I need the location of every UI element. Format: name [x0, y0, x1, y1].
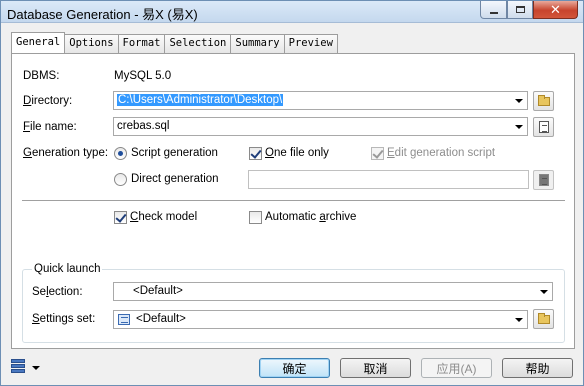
chevron-down-icon: [540, 290, 548, 294]
maximize-button[interactable]: [507, 1, 533, 19]
dbms-label: DBMS:: [23, 70, 60, 82]
document-icon: [539, 174, 549, 186]
file-properties-button[interactable]: [533, 117, 554, 137]
tab-options[interactable]: Options: [65, 34, 119, 53]
help-button[interactable]: 帮助: [502, 358, 573, 378]
directory-value: C:\Users\Administrator\Desktop\: [117, 94, 284, 106]
directory-label: Directory:: [23, 95, 73, 107]
check-model-label[interactable]: Check model: [130, 211, 197, 223]
tab-general[interactable]: General: [11, 32, 66, 53]
window-title: Database Generation - 易X (易X): [7, 7, 198, 22]
minimize-button[interactable]: [480, 1, 507, 19]
browse-settings-button[interactable]: [533, 309, 554, 329]
apply-button: 应用(A): [421, 358, 492, 378]
filename-label: File name:: [23, 121, 77, 133]
folder-icon: [538, 95, 550, 106]
script-generation-label[interactable]: Script generation: [131, 147, 218, 159]
tab-strip: General Options Format Selection Summary…: [11, 32, 338, 53]
automatic-archive-checkbox[interactable]: [249, 211, 262, 224]
direct-generation-field: [248, 170, 529, 189]
quick-launch-title: Quick launch: [32, 263, 103, 275]
chevron-down-icon: [515, 99, 523, 103]
generation-type-label: Generation type:: [23, 147, 109, 159]
tab-selection[interactable]: Selection: [165, 34, 232, 53]
filename-combo[interactable]: crebas.sql: [113, 117, 528, 136]
ok-button[interactable]: 确定: [259, 358, 330, 378]
direct-generation-properties-button: [533, 170, 554, 190]
close-button[interactable]: ✕: [533, 1, 578, 19]
database-icon[interactable]: [11, 359, 25, 375]
chevron-down-icon: [515, 125, 523, 129]
document-icon: [539, 121, 549, 133]
chevron-down-icon: [515, 318, 523, 322]
close-icon: ✕: [550, 1, 561, 17]
selection-combo[interactable]: <Default>: [113, 282, 553, 301]
tab-format[interactable]: Format: [118, 34, 166, 53]
check-model-checkbox[interactable]: [114, 211, 127, 224]
selection-label: Selection:: [32, 286, 83, 298]
minimize-icon: [489, 11, 498, 14]
edit-generation-script-checkbox[interactable]: [371, 147, 384, 160]
cancel-button[interactable]: 取消: [340, 358, 411, 378]
automatic-archive-label[interactable]: Automatic archive: [265, 211, 356, 223]
direct-generation-radio[interactable]: [114, 173, 127, 186]
edit-generation-script-label: Edit generation script: [387, 147, 496, 159]
one-file-only-label[interactable]: One file only: [265, 147, 329, 159]
maximize-icon: [515, 6, 525, 13]
separator: [22, 200, 565, 202]
tab-preview[interactable]: Preview: [284, 34, 338, 53]
directory-combo[interactable]: C:\Users\Administrator\Desktop\: [113, 91, 528, 110]
one-file-only-checkbox[interactable]: [249, 147, 262, 160]
chevron-down-icon[interactable]: [32, 366, 40, 370]
title-bar: Database Generation - 易X (易X) ✕: [1, 1, 583, 23]
folder-icon: [538, 313, 550, 324]
settings-set-combo[interactable]: <Default>: [113, 310, 528, 329]
general-panel: DBMS: MySQL 5.0 Directory: C:\Users\Admi…: [11, 53, 575, 349]
filename-value: crebas.sql: [117, 120, 170, 132]
settings-set-label: Settings set:: [32, 313, 96, 325]
direct-generation-label[interactable]: Direct generation: [131, 173, 219, 185]
settings-set-value: <Default>: [136, 313, 186, 325]
dbms-value: MySQL 5.0: [114, 70, 172, 82]
tab-summary[interactable]: Summary: [231, 34, 285, 53]
selection-value: <Default>: [133, 285, 183, 297]
settings-icon: [118, 314, 130, 325]
browse-directory-button[interactable]: [533, 91, 554, 111]
quick-launch-group: [22, 269, 565, 343]
script-generation-radio[interactable]: [114, 147, 127, 160]
database-generation-dialog: Database Generation - 易X (易X) ✕ General …: [0, 0, 584, 386]
